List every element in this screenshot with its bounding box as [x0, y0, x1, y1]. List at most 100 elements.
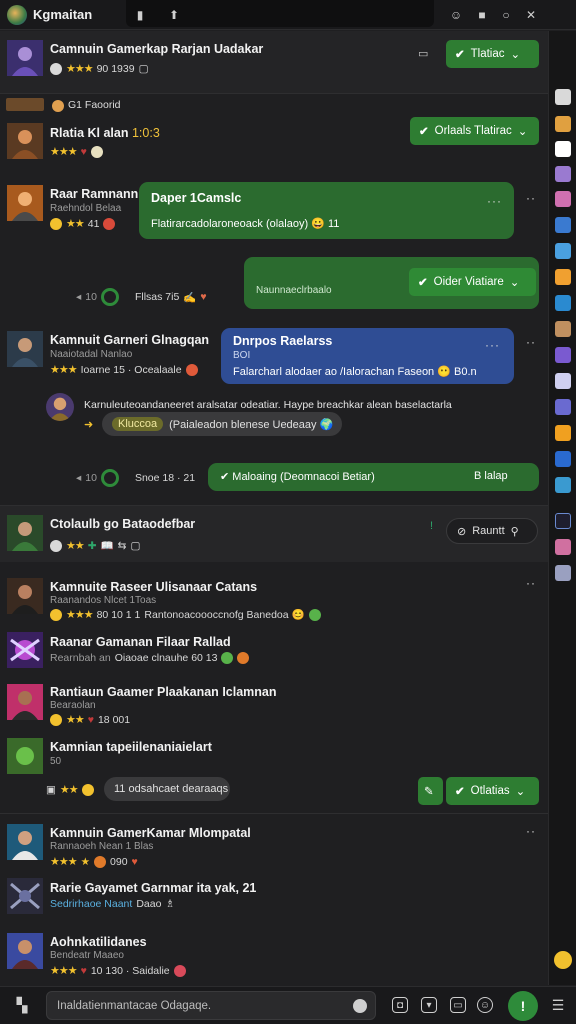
more-icon[interactable]: ·· — [526, 191, 536, 205]
list-item-meta: Sedrirhaoe Naant Daao ♗ — [50, 898, 175, 910]
send-button[interactable]: ! — [508, 991, 538, 1021]
emoji-icon — [237, 652, 250, 664]
emoji-icon[interactable]: ☺ — [477, 997, 493, 1013]
status-ring-icon — [100, 469, 119, 487]
avatar[interactable] — [7, 40, 43, 76]
rail-app-icon[interactable] — [555, 373, 571, 389]
rail-app-icon[interactable] — [555, 347, 571, 363]
title-search-area[interactable]: ▮ ⬆ — [126, 0, 434, 27]
image-icon[interactable]: ◘ — [392, 997, 408, 1013]
chevron-down-icon: ⌄ — [510, 49, 521, 61]
more-icon[interactable]: ·· — [526, 576, 536, 590]
pinned-row[interactable]: G1 Faoorid — [0, 94, 548, 116]
bubble-sub: BOI — [233, 350, 251, 361]
list-item-pill[interactable]: 11 odsahcaet dearaaqs — [104, 777, 230, 801]
sticker-icon[interactable]: ▭ — [450, 997, 466, 1013]
edit-button[interactable]: ✎ — [418, 777, 443, 805]
list-item[interactable]: Rarie Gayamet Garnmar ita yak, 21 Sedrir… — [0, 874, 548, 922]
rail-status-icon[interactable] — [554, 951, 572, 969]
rail-app-icon[interactable] — [555, 513, 571, 529]
chevron-down-icon: ⌄ — [509, 277, 520, 289]
menu-icon[interactable]: ☰ — [550, 997, 566, 1013]
emoji-icon — [90, 145, 103, 158]
header-name: Camnuin Gamerkap Rarjan Uadakar — [50, 42, 264, 56]
rail-app-icon[interactable] — [555, 539, 571, 555]
section-search[interactable]: ⊘ Rauntt ⚲ — [446, 518, 538, 544]
message-time: Fllsas 7i5 — [134, 291, 180, 303]
more-icon[interactable]: ·· — [526, 335, 536, 349]
rail-app-icon[interactable] — [555, 116, 571, 132]
heart-icon: ♥ — [80, 145, 87, 158]
list-item[interactable]: Rantiaun Gaamer Plaakanan Iclamnan Beara… — [0, 680, 548, 730]
thread-item[interactable]: Rlatia Kl alan 1:0:3 ★★★ ♥ ✔ Orlaals Tla… — [0, 117, 548, 171]
message-row: ◂ 10 Fllsas 7i5 ✍ ♥ Naunnaeclrbaalo ✔ Oi… — [0, 257, 548, 327]
own-action-button[interactable]: ✔ Oider Viatiare ⌄ — [409, 268, 536, 296]
gif-icon[interactable]: ▾ — [421, 997, 437, 1013]
more-icon[interactable]: ·· — [526, 824, 536, 838]
rail-app-icon[interactable] — [555, 321, 571, 337]
pin-icon[interactable]: ⬆ — [166, 7, 182, 23]
rail-app-icon[interactable] — [555, 166, 571, 182]
rating-stars: ★★★ — [66, 609, 94, 621]
list-item-action-label: Otlatias — [470, 785, 510, 797]
app-logo-icon — [7, 5, 27, 25]
emoji-icon — [103, 217, 116, 230]
list-item-action-button[interactable]: ✔ Otlatias ⌄ — [446, 777, 539, 805]
rail-app-icon[interactable] — [555, 191, 571, 207]
avatar[interactable] — [7, 331, 43, 367]
status-bubble[interactable]: ✔ Maloaing (Deomnacoi Betiar) B lalap — [208, 463, 539, 491]
rail-app-icon[interactable] — [555, 217, 571, 233]
card-icon[interactable]: ▭ — [418, 47, 428, 60]
message-bubble[interactable]: Dnrpos Raelarss BOI Falarcharl alodaer a… — [221, 328, 514, 384]
emoji-icon[interactable]: ☺ — [448, 7, 464, 23]
rail-app-icon[interactable] — [555, 425, 571, 441]
rail-app-icon[interactable] — [555, 243, 571, 259]
thread-sub: Naaiotadal Nanlao — [50, 349, 133, 360]
rail-app-icon[interactable] — [555, 89, 571, 105]
minimize-icon[interactable]: ■ — [474, 7, 490, 23]
thread-action-label: Orlaals Tlatirac — [434, 125, 512, 137]
section-title: Ctolaulb go Bataodefbar — [50, 517, 196, 531]
list-item-meta: ★★ ♥ 18 001 — [50, 713, 130, 726]
list-item[interactable]: Kamnuite Raseer Ulisanaar Catans Raanand… — [0, 572, 548, 624]
own-message-bubble[interactable]: Naunnaeclrbaalo ✔ Oider Viatiare ⌄ — [244, 257, 539, 309]
reply-row: Karnuleuteoandaneeret aralsatar odeatiar… — [0, 391, 548, 441]
status-time: Snoe 18 · 21 — [134, 472, 196, 484]
list-item-sub: Bearaolan — [50, 700, 96, 711]
header-action-button[interactable]: ✔ Tlatiac ⌄ — [446, 40, 539, 68]
person-icon[interactable]: ▮ — [132, 7, 148, 23]
heart-icon: ♥ — [80, 964, 87, 977]
avatar[interactable] — [7, 185, 43, 221]
avatar — [7, 684, 43, 720]
rail-app-icon[interactable] — [555, 565, 571, 581]
more-icon[interactable]: ··· — [487, 194, 502, 208]
list-item[interactable]: Aohnkatilidanes Bendeatr Maaeo ★★★ ♥ 10 … — [0, 927, 548, 983]
title-bar: Kgmaitan ▮ ⬆ ☺ ■ ○ ✕ — [0, 0, 576, 30]
message-input[interactable]: Inaldatienmantacae Odagaqe. — [46, 991, 376, 1020]
thread-action-button[interactable]: ✔ Orlaals Tlatirac ⌄ — [410, 117, 539, 145]
rail-app-icon[interactable] — [555, 141, 571, 157]
attach-icon[interactable]: ▚ — [14, 997, 30, 1013]
reply-pill[interactable]: Kluccoa (Paialeadon blenese Uedeaay 🌍 — [102, 412, 342, 436]
message-bubble[interactable]: Daper 1Camslc Flatirarcadolaroneoack (ol… — [139, 182, 514, 239]
close-icon[interactable]: ✕ — [523, 7, 539, 23]
rail-app-icon[interactable] — [555, 295, 571, 311]
rail-app-icon[interactable] — [555, 477, 571, 493]
avatar — [7, 578, 43, 614]
rail-app-icon[interactable] — [555, 269, 571, 285]
more-icon[interactable]: ··· — [485, 338, 500, 352]
reply-pill-text: (Paialeadon blenese Uedeaay 🌍 — [169, 418, 334, 431]
list-item[interactable]: Kamnuin GamerKamar Mlompatal Rannaoeh Ne… — [0, 818, 548, 870]
list-item[interactable]: Raanar Gamanan Filaar Rallad Rearnbah an… — [0, 628, 548, 674]
maximize-icon[interactable]: ○ — [498, 7, 514, 23]
list-item[interactable]: Kamnian tapeiilenaniaielart 50 ▣ ★★ 11 o… — [0, 736, 548, 808]
rating-stars: ★★ — [66, 714, 85, 726]
rail-app-icon[interactable] — [555, 399, 571, 415]
emoji-icon — [50, 217, 62, 230]
rail-app-icon[interactable] — [555, 451, 571, 467]
emoji-icon — [81, 783, 94, 796]
thread-tag: 1:0:3 — [131, 126, 160, 140]
clear-icon[interactable] — [353, 999, 367, 1013]
avatar[interactable] — [7, 515, 43, 551]
avatar[interactable] — [46, 393, 74, 421]
